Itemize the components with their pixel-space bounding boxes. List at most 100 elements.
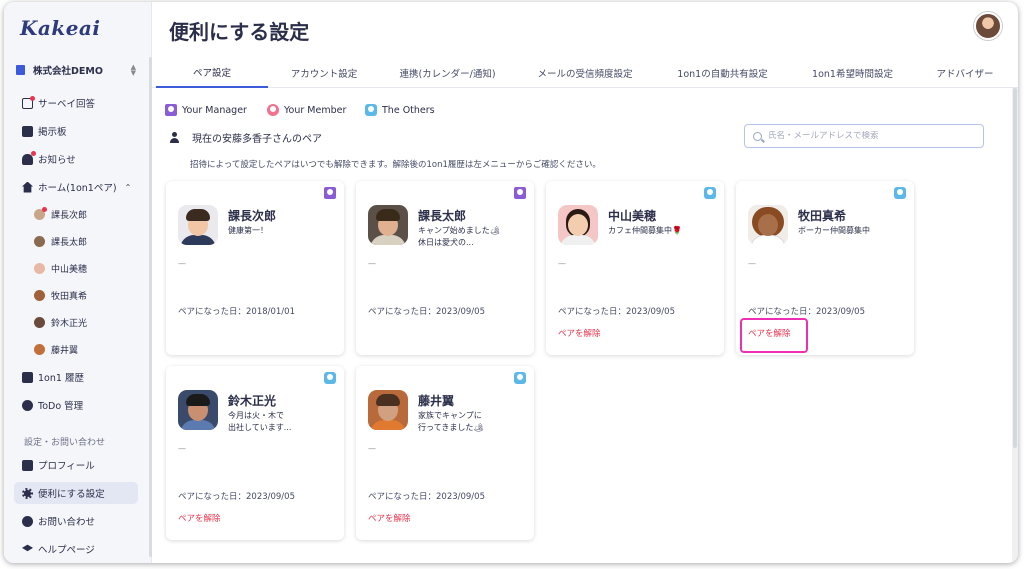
avatar [368,390,408,430]
card-dash: — [178,259,186,268]
sidebar-pair-item[interactable]: 藤井翼 [34,340,78,358]
pair-card[interactable]: 鈴木正光 今月は火・木で 出社しています... — ペアになった日：2023/0… [166,366,344,540]
sidebar-pair-item[interactable]: 中山美穂 [34,259,87,277]
sidebar-item-label: ToDo 管理 [38,401,84,412]
chevron-updown-icon: ▲ ▼ [130,63,136,77]
others-badge-icon [894,187,906,199]
tab-integrations[interactable]: 連携(カレンダー/通知) [380,58,515,88]
sidebar-item-notifications[interactable]: お知らせ [14,148,138,170]
tab-pair-settings[interactable]: ペア設定 [156,58,268,88]
sidebar-item-label: プロフィール [38,461,95,472]
card-dash: — [748,259,756,268]
sidebar-item-home[interactable]: ホーム(1on1ペア) ⌃ [14,176,138,198]
unpair-link[interactable]: ペアを解除 [178,512,221,524]
sidebar-item-contact[interactable]: お問い合わせ [14,510,138,532]
card-pair-date: ペアになった日：2023/09/05 [368,307,485,317]
manager-badge-icon [514,187,526,199]
pair-card[interactable]: 中山美穂 カフェ仲間募集中🌹 — ペアになった日：2023/09/05 ペアを解… [546,181,724,355]
company-selector[interactable]: 株式会社DEMO ▲ ▼ [16,62,136,78]
sidebar-pair-item[interactable]: 牧田真希 [34,286,87,304]
legend-manager: Your Manager [165,102,247,118]
sidebar-item-survey[interactable]: サーベイ回答 [14,92,138,114]
history-icon [22,371,33,383]
others-badge-icon [704,187,716,199]
card-dash: — [368,444,376,453]
card-pair-date: ペアになった日：2023/09/05 [368,492,485,502]
main-scrollbar[interactable] [1012,88,1018,563]
company-name: 株式会社DEMO [33,66,103,77]
unpair-link[interactable]: ペアを解除 [368,512,411,524]
card-dash: — [368,259,376,268]
card-pair-date: ペアになった日：2023/09/05 [178,492,295,502]
pair-card[interactable]: 藤井翼 家族でキャンプに 行ってきました🏕 — ペアになった日：2023/09/… [356,366,534,540]
app-window: Kakeai 株式会社DEMO ▲ ▼ サーベイ回答 掲示板 お知らせ ホーム(1… [4,2,1018,563]
sidebar-item-board[interactable]: 掲示板 [14,120,138,142]
others-icon [365,104,377,116]
card-name: 藤井翼 [418,394,455,408]
legend-member: Your Member [267,102,346,118]
avatar [34,343,45,355]
card-name: 牧田真希 [798,209,847,223]
avatar [34,289,45,301]
card-dash: — [558,259,566,268]
sidebar-item-history[interactable]: 1on1 履歴 [14,366,138,388]
sidebar: Kakeai 株式会社DEMO ▲ ▼ サーベイ回答 掲示板 お知らせ ホーム(1… [4,2,152,563]
highlight-annotation [740,318,808,353]
member-icon [267,104,279,116]
search-input[interactable] [768,131,968,141]
sidebar-item-label: 掲示板 [38,127,67,138]
clipboard-check-icon [22,95,35,109]
card-status: 今月は火・木で 出社しています... [228,411,292,432]
settings-tabs: ペア設定 アカウント設定 連携(カレンダー/通知) メールの受信頻度設定 1on… [152,58,1018,88]
graduation-cap-icon [22,544,33,552]
avatar [368,205,408,245]
unpair-link[interactable]: ペアを解除 [558,327,601,339]
card-status: 健康第一！ [228,226,268,235]
sidebar-item-settings[interactable]: 便利にする設定 [14,482,138,504]
avatar [34,235,45,247]
search-icon [753,131,762,141]
avatar [34,262,45,274]
search-box[interactable] [744,124,984,148]
card-status: カフェ仲間募集中🌹 [608,226,682,235]
manager-icon [165,104,177,116]
pair-card[interactable]: 課長次郎 健康第一！ — ペアになった日：2018/01/01 [166,181,344,355]
sidebar-item-label: サーベイ回答 [38,99,96,110]
card-pair-date: ペアになった日：2018/01/01 [178,307,295,317]
card-name: 課長太郎 [418,209,467,223]
person-icon [169,132,180,143]
card-status: キャンプ始めました🏕 休日は愛犬の... [418,226,500,247]
sidebar-item-todo[interactable]: ToDo 管理 [14,394,138,416]
pair-note: 招待によって設定したペアはいつでも解除できます。解除後の1on1履歴は左メニュー… [190,160,601,170]
avatar [748,205,788,245]
card-name: 中山美穂 [608,209,657,223]
tab-auto-share[interactable]: 1on1の自動共有設定 [655,58,790,88]
sidebar-item-profile[interactable]: プロフィール [14,454,138,476]
building-icon [16,65,25,75]
tab-advisor[interactable]: アドバイザー [915,58,1015,88]
sidebar-item-label: ヘルプページ [38,545,95,556]
gear-icon [22,487,33,499]
tab-email-frequency[interactable]: メールの受信頻度設定 [515,58,655,88]
sidebar-item-help[interactable]: ヘルプページ [14,538,138,560]
avatar [178,205,218,245]
sidebar-item-label: ホーム(1on1ペア) [38,183,117,194]
tab-preferred-time[interactable]: 1on1希望時間設定 [790,58,915,88]
pair-card[interactable]: 課長太郎 キャンプ始めました🏕 休日は愛犬の... — ペアになった日：2023… [356,181,534,355]
sidebar-pair-item[interactable]: 課長次郎 [34,205,87,223]
tab-account-settings[interactable]: アカウント設定 [268,58,380,88]
sidebar-pair-item[interactable]: 課長太郎 [34,232,87,250]
user-avatar[interactable] [974,12,1002,40]
bell-icon [22,150,36,165]
avatar [34,206,47,220]
sidebar-scrollbar[interactable] [149,57,152,557]
pair-heading: 現在の安藤多香子さんのペア [169,130,322,145]
chevron-up-icon[interactable]: ⌃ [125,183,132,192]
manager-badge-icon [324,187,336,199]
sidebar-item-label: お問い合わせ [38,517,96,528]
sidebar-pair-item[interactable]: 鈴木正光 [34,313,87,331]
section-label: 設定・お問い合わせ [24,438,106,448]
app-logo[interactable]: Kakeai [20,16,100,40]
card-dash: — [178,444,186,453]
question-circle-icon [22,515,33,527]
